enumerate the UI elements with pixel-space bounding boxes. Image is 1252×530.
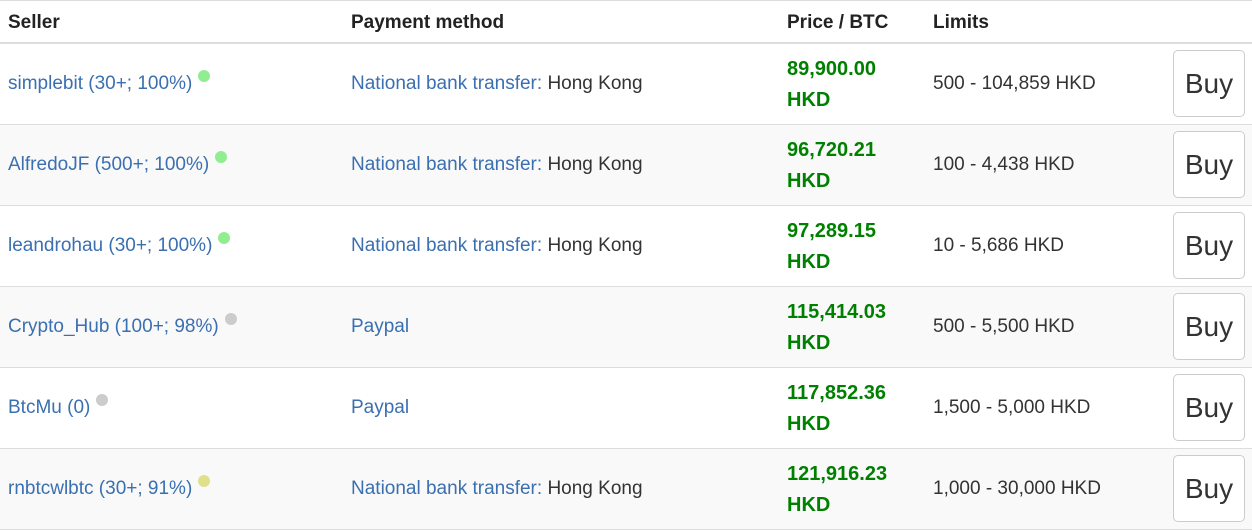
seller-cell: rnbtcwlbtc (30+; 91%)	[8, 475, 211, 501]
payment-region: Hong Kong	[542, 478, 643, 499]
payment-cell: Paypal	[351, 396, 409, 420]
seller-link[interactable]: leandrohau (30+; 100%)	[8, 235, 212, 256]
price-cell: 121,916.23 HKD	[787, 459, 887, 521]
buy-button[interactable]: Buy	[1173, 212, 1245, 279]
price-currency: HKD	[787, 170, 831, 192]
table-row: rnbtcwlbtc (30+; 91%) National bank tran…	[0, 449, 1252, 530]
seller-cell: AlfredoJF (500+; 100%)	[8, 151, 228, 177]
payment-cell: National bank transfer: Hong Kong	[351, 153, 643, 177]
offers-table: Seller Payment method Price / BTC Limits…	[0, 0, 1252, 530]
table-header: Seller Payment method Price / BTC Limits	[0, 1, 1252, 44]
status-dot-icon	[224, 313, 237, 325]
seller-link[interactable]: simplebit (30+; 100%)	[8, 73, 192, 94]
table-row: Crypto_Hub (100+; 98%) Paypal 115,414.03…	[0, 287, 1252, 368]
limits-cell: 100 - 4,438 HKD	[933, 154, 1075, 175]
seller-cell: Crypto_Hub (100+; 98%)	[8, 313, 237, 339]
price-currency: HKD	[787, 494, 831, 516]
limits-cell: 10 - 5,686 HKD	[933, 235, 1064, 256]
payment-cell: National bank transfer: Hong Kong	[351, 234, 643, 258]
buy-button[interactable]: Buy	[1173, 131, 1245, 198]
price-cell: 97,289.15 HKD	[787, 216, 876, 278]
payment-method-link[interactable]: Paypal	[351, 316, 409, 337]
buy-button[interactable]: Buy	[1173, 50, 1245, 117]
payment-cell: Paypal	[351, 315, 409, 339]
status-dot-icon	[218, 232, 231, 244]
seller-link[interactable]: Crypto_Hub (100+; 98%)	[8, 316, 219, 337]
price-value: 117,852.36	[787, 382, 886, 404]
payment-method-link[interactable]: National bank transfer:	[351, 73, 542, 94]
price-cell: 115,414.03 HKD	[787, 297, 886, 359]
status-dot-icon	[215, 151, 228, 163]
payment-method-link[interactable]: National bank transfer:	[351, 235, 542, 256]
payment-region: Hong Kong	[542, 235, 643, 256]
seller-link[interactable]: AlfredoJF (500+; 100%)	[8, 154, 209, 175]
price-value: 115,414.03	[787, 301, 886, 323]
header-limits: Limits	[933, 12, 989, 33]
payment-cell: National bank transfer: Hong Kong	[351, 72, 643, 96]
status-dot-icon	[198, 475, 211, 487]
header-seller: Seller	[8, 12, 60, 33]
price-value: 121,916.23	[787, 463, 888, 485]
table-body: simplebit (30+; 100%) National bank tran…	[0, 44, 1252, 530]
seller-link[interactable]: rnbtcwlbtc (30+; 91%)	[8, 478, 192, 499]
table-row: leandrohau (30+; 100%) National bank tra…	[0, 206, 1252, 287]
price-currency: HKD	[787, 251, 831, 273]
status-dot-icon	[198, 70, 211, 82]
payment-region: Hong Kong	[542, 154, 643, 175]
price-value: 97,289.15	[787, 220, 876, 242]
seller-cell: BtcMu (0)	[8, 394, 109, 420]
buy-button[interactable]: Buy	[1173, 374, 1245, 441]
buy-button[interactable]: Buy	[1173, 455, 1245, 522]
header-payment-method: Payment method	[351, 12, 505, 33]
payment-method-link[interactable]: Paypal	[351, 397, 409, 418]
status-dot-icon	[96, 394, 109, 406]
payment-cell: National bank transfer: Hong Kong	[351, 477, 643, 501]
table-row: AlfredoJF (500+; 100%) National bank tra…	[0, 125, 1252, 206]
limits-cell: 500 - 104,859 HKD	[933, 73, 1096, 94]
price-currency: HKD	[787, 413, 831, 435]
limits-cell: 1,500 - 5,000 HKD	[933, 397, 1091, 418]
seller-link[interactable]: BtcMu (0)	[8, 397, 90, 418]
payment-method-link[interactable]: National bank transfer:	[351, 478, 542, 499]
payment-method-link[interactable]: National bank transfer:	[351, 154, 542, 175]
price-currency: HKD	[787, 89, 831, 111]
table-row: simplebit (30+; 100%) National bank tran…	[0, 44, 1252, 125]
price-currency: HKD	[787, 332, 831, 354]
price-cell: 96,720.21 HKD	[787, 135, 876, 197]
limits-cell: 500 - 5,500 HKD	[933, 316, 1075, 337]
seller-cell: simplebit (30+; 100%)	[8, 70, 211, 96]
payment-region: Hong Kong	[542, 73, 643, 94]
seller-cell: leandrohau (30+; 100%)	[8, 232, 231, 258]
price-cell: 89,900.00 HKD	[787, 54, 876, 116]
buy-button[interactable]: Buy	[1173, 293, 1245, 360]
limits-cell: 1,000 - 30,000 HKD	[933, 478, 1101, 499]
price-cell: 117,852.36 HKD	[787, 378, 886, 440]
header-price: Price / BTC	[787, 12, 889, 33]
price-value: 89,900.00	[787, 58, 876, 80]
table-row: BtcMu (0) Paypal 117,852.36 HKD 1,500 - …	[0, 368, 1252, 449]
price-value: 96,720.21	[787, 139, 876, 161]
